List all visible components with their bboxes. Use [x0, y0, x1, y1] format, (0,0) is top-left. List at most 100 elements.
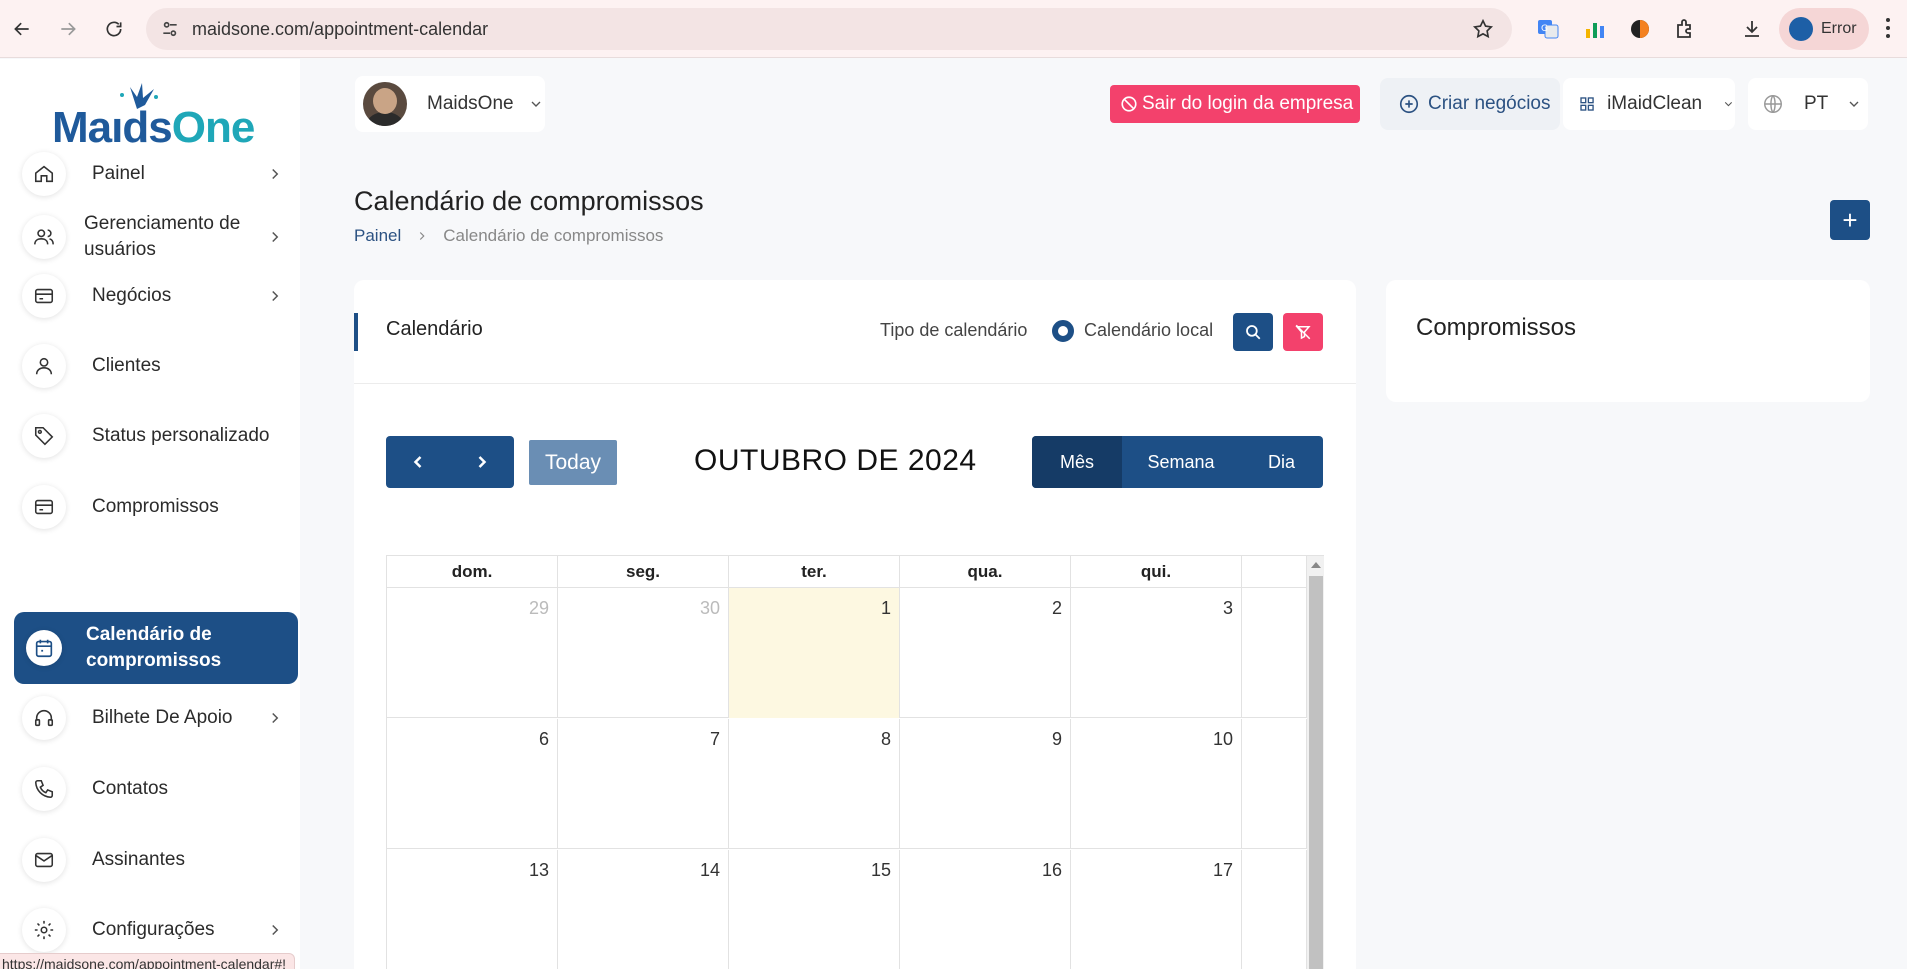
day-cell[interactable]: 13: [387, 850, 558, 969]
calendar-icon: [26, 630, 62, 666]
logout-label: Sair do login da empresa: [1142, 93, 1354, 114]
day-cell[interactable]: [1242, 719, 1307, 849]
day-cell[interactable]: [1242, 850, 1307, 969]
weekday-header: seg.: [558, 556, 729, 588]
chevron-right-icon: [272, 712, 279, 724]
mail-icon: [22, 838, 66, 882]
avatar: [363, 82, 407, 126]
day-cell[interactable]: 17: [1071, 850, 1242, 969]
sidebar-item-configuracoes[interactable]: Configurações: [14, 899, 298, 961]
scroll-up-arrow-icon[interactable]: [1311, 562, 1321, 568]
block-icon: [1121, 96, 1137, 112]
url-text[interactable]: maidsone.com/appointment-calendar: [192, 19, 488, 40]
sidebar-item-painel[interactable]: Painel: [14, 143, 298, 205]
back-icon[interactable]: [6, 13, 38, 45]
view-week-button[interactable]: Semana: [1122, 436, 1240, 488]
day-cell[interactable]: 14: [558, 850, 729, 969]
address-bar[interactable]: maidsone.com/appointment-calendar: [146, 8, 1512, 50]
page-title: Calendário de compromissos: [354, 186, 704, 216]
view-switcher: Mês Semana Dia: [1032, 436, 1323, 488]
day-cell[interactable]: 16: [900, 850, 1071, 969]
view-month-button[interactable]: Mês: [1032, 436, 1122, 488]
month-grid: dom. seg. ter. qua. qui. 29 30 1 2 3 6 7…: [386, 555, 1324, 969]
sidebar-item-label: Calendário de compromissos: [86, 624, 222, 671]
month-navigation: [386, 436, 514, 488]
sidebar-item-calendario[interactable]: Calendário de compromissos: [14, 612, 298, 684]
logout-company-button[interactable]: Sair do login da empresa: [1110, 85, 1360, 123]
day-cell[interactable]: 9: [900, 719, 1071, 849]
calendar-type-label: Tipo de calendário: [880, 320, 1028, 340]
sidebar-item-assinantes[interactable]: Assinantes: [14, 829, 298, 891]
calendar-type-value[interactable]: Calendário local: [1084, 320, 1213, 341]
weekday-header: qua.: [900, 556, 1071, 588]
reload-icon[interactable]: [98, 13, 130, 45]
sidebar-item-bilhete[interactable]: Bilhete De Apoio: [14, 687, 298, 749]
apps-grid-icon: [1580, 97, 1594, 111]
profile-button[interactable]: Error: [1779, 8, 1869, 50]
search-button[interactable]: [1233, 313, 1273, 351]
day-cell-today[interactable]: 1: [729, 588, 900, 718]
day-cell[interactable]: 2: [900, 588, 1071, 718]
scrollbar-thumb[interactable]: [1309, 576, 1323, 969]
clear-filter-button[interactable]: [1283, 313, 1323, 351]
sidebar-item-contatos[interactable]: Contatos: [14, 758, 298, 820]
sidebar-item-negocios[interactable]: Negócios: [14, 265, 298, 327]
chevron-down-icon: [531, 101, 541, 107]
day-cell[interactable]: 15: [729, 850, 900, 969]
extensions-puzzle-icon[interactable]: [1671, 15, 1699, 43]
weekday-header-row: dom. seg. ter. qua. qui.: [387, 556, 1307, 588]
weekday-header: ter.: [729, 556, 900, 588]
analytics-extension-icon[interactable]: [1581, 15, 1609, 43]
users-icon: [22, 215, 66, 259]
week-row: 29 30 1 2 3: [387, 588, 1307, 718]
app-selector[interactable]: iMaidClean: [1563, 78, 1735, 130]
download-icon[interactable]: [1738, 15, 1766, 43]
day-cell[interactable]: 30: [558, 588, 729, 718]
circle-extension-icon[interactable]: [1626, 15, 1654, 43]
calendar-card-title: Calendário: [386, 318, 483, 340]
day-cell[interactable]: [1242, 588, 1307, 718]
site-info-icon[interactable]: [160, 19, 180, 39]
browser-menu-icon[interactable]: [1886, 18, 1892, 40]
chevron-down-icon: [1724, 102, 1733, 107]
breadcrumb: Painel Calendário de compromissos: [354, 226, 663, 246]
phone-icon: [22, 767, 66, 811]
breadcrumb-root-link[interactable]: Painel: [354, 226, 401, 246]
home-icon: [22, 152, 66, 196]
svg-text:G: G: [1541, 24, 1548, 34]
add-appointment-button[interactable]: +: [1830, 200, 1870, 240]
maidsone-logo[interactable]: MaıdsOne: [52, 83, 262, 152]
day-cell[interactable]: 6: [387, 719, 558, 849]
today-button[interactable]: Today: [529, 440, 617, 485]
next-month-button[interactable]: [450, 436, 514, 488]
day-cell[interactable]: 3: [1071, 588, 1242, 718]
calendar-card: Calendário Tipo de calendário Calendário…: [354, 280, 1356, 969]
sidebar-item-status[interactable]: Status personalizado: [14, 405, 298, 467]
browser-toolbar: maidsone.com/appointment-calendar G Erro…: [0, 0, 1907, 58]
chevron-right-icon: [272, 168, 279, 180]
filter-clear-icon: [1295, 324, 1311, 340]
calendar-type-radio[interactable]: [1052, 320, 1074, 342]
sidebar-item-compromissos[interactable]: Compromissos: [14, 476, 298, 538]
translate-extension-icon[interactable]: G: [1534, 15, 1562, 43]
view-day-button[interactable]: Dia: [1240, 436, 1323, 488]
breadcrumb-current: Calendário de compromissos: [443, 226, 664, 245]
language-selector[interactable]: PT: [1748, 78, 1868, 130]
bookmark-star-icon[interactable]: [1472, 18, 1494, 40]
create-business-button[interactable]: Criar negócios: [1380, 78, 1560, 130]
weekday-header: [1242, 556, 1307, 588]
month-title: OUTUBRO DE 2024: [694, 444, 977, 477]
weekday-header: dom.: [387, 556, 558, 588]
day-cell[interactable]: 29: [387, 588, 558, 718]
sidebar-item-label: Gerenciamento de usuários: [84, 213, 241, 260]
sidebar-item-label: Painel: [92, 163, 145, 184]
sidebar-item-users[interactable]: Gerenciamento de usuários: [14, 204, 298, 270]
sidebar-item-clientes[interactable]: Clientes: [14, 335, 298, 397]
prev-month-button[interactable]: [386, 436, 450, 488]
day-cell[interactable]: 8: [729, 719, 900, 849]
card-icon: [22, 274, 66, 318]
company-selector[interactable]: MaidsOne: [355, 76, 545, 132]
day-cell[interactable]: 10: [1071, 719, 1242, 849]
day-cell[interactable]: 7: [558, 719, 729, 849]
forward-icon[interactable]: [52, 13, 84, 45]
